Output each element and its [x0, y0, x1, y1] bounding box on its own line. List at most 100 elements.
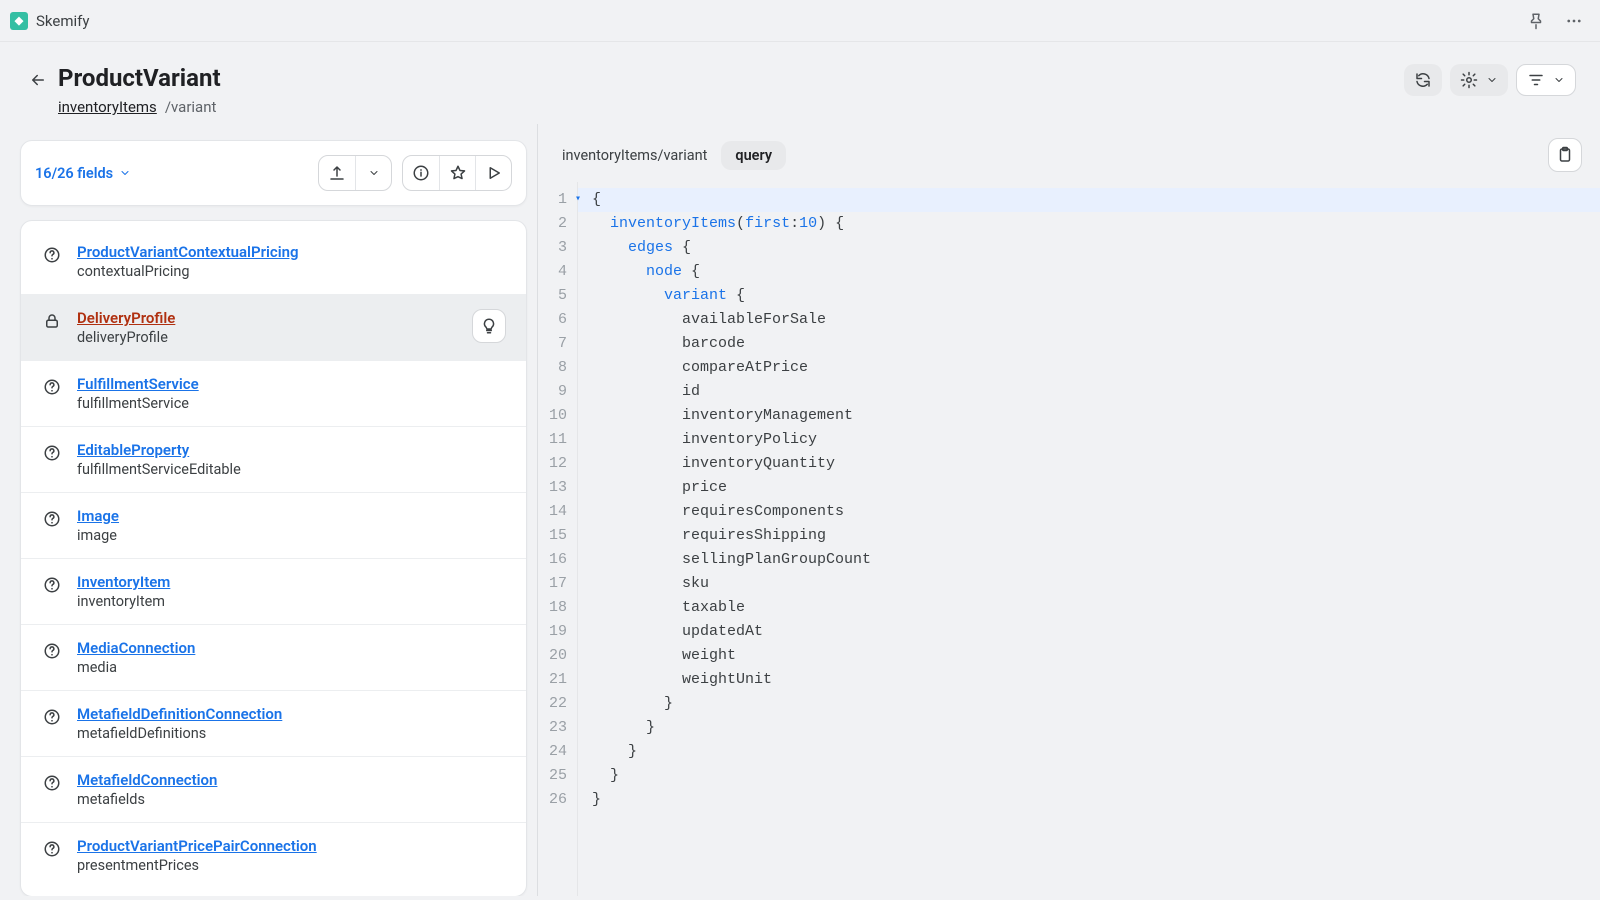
clipboard-icon — [1556, 146, 1574, 164]
help-icon — [41, 772, 63, 794]
help-icon — [41, 508, 63, 530]
page-header: ProductVariant inventoryItems /variant — [0, 42, 1600, 124]
breadcrumb-link[interactable]: inventoryItems — [58, 98, 157, 116]
field-row-texts: InventoryItem inventoryItem — [77, 573, 170, 610]
chevron-down-icon — [1553, 74, 1565, 86]
help-icon — [41, 376, 63, 398]
export-caret[interactable] — [355, 156, 391, 190]
info-button[interactable] — [403, 156, 439, 190]
filter-button[interactable] — [1516, 64, 1576, 96]
code-path: inventoryItems/variant — [562, 147, 707, 164]
pin-icon — [1527, 12, 1545, 30]
field-row[interactable]: ProductVariantContextualPricing contextua… — [21, 229, 526, 295]
main: 16/26 fields ProductVariantContextualPri… — [0, 124, 1600, 896]
code-editor[interactable]: 1234567891011121314151617181920212223242… — [538, 182, 1600, 896]
field-row[interactable]: MetafieldConnection metafields — [21, 757, 526, 823]
breadcrumb-tail: /variant — [165, 98, 217, 116]
field-type-link[interactable]: FulfillmentService — [77, 375, 199, 393]
play-icon — [485, 164, 503, 182]
field-row[interactable]: MetafieldDefinitionConnection metafieldDe… — [21, 691, 526, 757]
hint-button[interactable] — [472, 309, 506, 343]
app-name: Skemify — [36, 12, 89, 30]
field-type-link[interactable]: EditableProperty — [77, 441, 241, 459]
field-row-texts: MetafieldDefinitionConnection metafieldDe… — [77, 705, 282, 742]
settings-button[interactable] — [1450, 64, 1508, 96]
code-tab-query[interactable]: query — [721, 141, 786, 170]
field-row-texts: ProductVariantContextualPricing contextua… — [77, 243, 299, 280]
back-arrow-icon — [29, 71, 47, 89]
field-type-link[interactable]: ProductVariantContextualPricing — [77, 243, 299, 261]
field-name-label: fulfillmentServiceEditable — [77, 461, 241, 478]
field-type-link[interactable]: ProductVariantPricePairConnection — [77, 837, 317, 855]
refresh-icon — [1414, 71, 1432, 89]
help-icon — [41, 640, 63, 662]
left-column: 16/26 fields ProductVariantContextualPri… — [0, 124, 538, 896]
field-counter[interactable]: 16/26 fields — [35, 165, 131, 182]
field-row-texts: Image image — [77, 507, 119, 544]
field-type-link[interactable]: MetafieldConnection — [77, 771, 217, 789]
field-name-label: image — [77, 527, 119, 544]
chevron-down-icon — [119, 167, 131, 179]
actions-button-group — [402, 155, 512, 191]
field-row[interactable]: Image image — [21, 493, 526, 559]
field-list: ProductVariantContextualPricing contextua… — [20, 220, 527, 896]
export-button-group — [318, 155, 392, 191]
star-button[interactable] — [439, 156, 475, 190]
copy-button[interactable] — [1548, 138, 1582, 172]
field-type-link[interactable]: Image — [77, 507, 119, 525]
more-button[interactable] — [1558, 5, 1590, 37]
field-name-label: contextualPricing — [77, 263, 299, 280]
field-controls-card: 16/26 fields — [20, 140, 527, 206]
right-column: inventoryItems/variant query 12345678910… — [538, 124, 1600, 896]
gutter: 1234567891011121314151617181920212223242… — [538, 182, 578, 896]
app-icon: ◆ — [10, 12, 28, 30]
back-button[interactable] — [24, 66, 52, 94]
field-name-label: fulfillmentService — [77, 395, 199, 412]
run-button[interactable] — [475, 156, 511, 190]
field-row[interactable]: DeliveryProfile deliveryProfile — [21, 295, 526, 361]
code-body: { inventoryItems(first:10) { edges { nod… — [578, 182, 1600, 896]
field-row-texts: FulfillmentService fulfillmentService — [77, 375, 199, 412]
help-icon — [41, 574, 63, 596]
field-row-texts: DeliveryProfile deliveryProfile — [77, 309, 175, 346]
info-icon — [412, 164, 430, 182]
field-row[interactable]: EditableProperty fulfillmentServiceEditab… — [21, 427, 526, 493]
field-row[interactable]: InventoryItem inventoryItem — [21, 559, 526, 625]
help-icon — [41, 706, 63, 728]
field-name-label: inventoryItem — [77, 593, 170, 610]
field-name-label: metafields — [77, 791, 217, 808]
field-row-texts: EditableProperty fulfillmentServiceEditab… — [77, 441, 241, 478]
window-titlebar: ◆ Skemify — [0, 0, 1600, 42]
export-button[interactable] — [319, 156, 355, 190]
field-type-link[interactable]: MetafieldDefinitionConnection — [77, 705, 282, 723]
breadcrumb: inventoryItems /variant — [58, 98, 221, 116]
field-name-label: deliveryProfile — [77, 329, 175, 346]
field-row[interactable]: MediaConnectionmedia — [21, 625, 526, 691]
refresh-button[interactable] — [1404, 64, 1442, 96]
filter-icon — [1527, 71, 1545, 89]
field-counter-label: 16/26 fields — [35, 165, 113, 182]
code-header: inventoryItems/variant query — [538, 124, 1600, 182]
field-row[interactable]: ProductVariantPricePairConnection present… — [21, 823, 526, 888]
chevron-down-icon — [1486, 74, 1498, 86]
star-icon — [449, 164, 467, 182]
lightbulb-icon — [480, 317, 498, 335]
more-icon — [1565, 12, 1583, 30]
field-type-link[interactable]: DeliveryProfile — [77, 309, 175, 327]
field-row[interactable]: FulfillmentService fulfillmentService — [21, 361, 526, 427]
field-row-texts: MetafieldConnection metafields — [77, 771, 217, 808]
chevron-down-icon — [368, 167, 380, 179]
help-icon — [41, 838, 63, 860]
field-type-link[interactable]: InventoryItem — [77, 573, 170, 591]
pin-button[interactable] — [1520, 5, 1552, 37]
field-type-link[interactable]: MediaConnection — [77, 639, 195, 657]
page-title: ProductVariant — [58, 64, 221, 92]
field-row-texts: MediaConnectionmedia — [77, 639, 195, 676]
field-name-label: presentmentPrices — [77, 857, 317, 874]
lock-icon — [41, 310, 63, 332]
field-name-label: metafieldDefinitions — [77, 725, 282, 742]
help-icon — [41, 244, 63, 266]
field-row-texts: ProductVariantPricePairConnection present… — [77, 837, 317, 874]
help-icon — [41, 442, 63, 464]
upload-icon — [328, 164, 346, 182]
